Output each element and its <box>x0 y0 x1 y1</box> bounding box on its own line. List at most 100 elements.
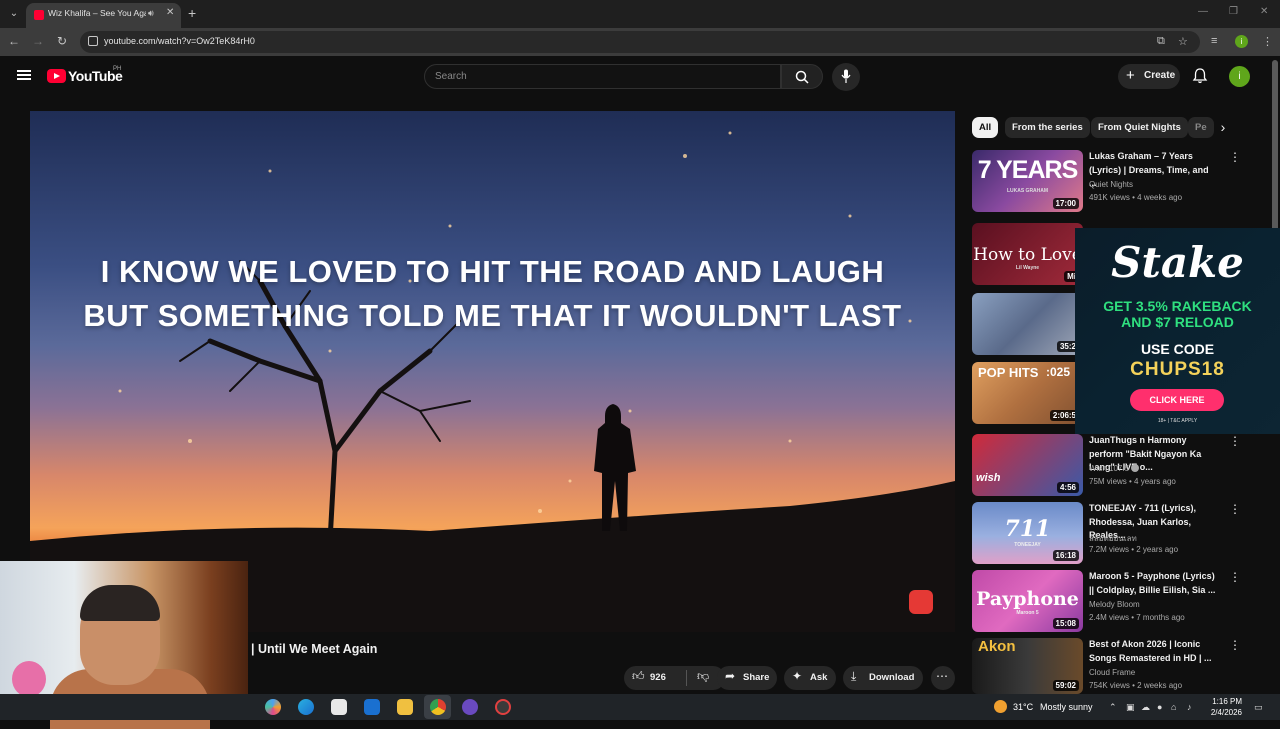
recommendation-thumbnail[interactable]: 7 YEARS LUKAS GRAHAM 17:00 <box>972 150 1083 212</box>
account-avatar[interactable]: i <box>1229 66 1250 87</box>
site-info-icon[interactable] <box>88 36 98 46</box>
recommendation-meta: 2.4M views • 7 months ago <box>1089 613 1185 622</box>
plus-icon: + <box>1126 67 1135 84</box>
tab-search-icon[interactable]: ⌄ <box>6 6 22 22</box>
recommendation-thumbnail[interactable]: 35:2 <box>972 293 1083 355</box>
recommendation-thumbnail[interactable]: 711 TONEEJAY 16:18 <box>972 502 1083 564</box>
thumbnail-text: Akon <box>978 638 1016 655</box>
bookmark-star-icon[interactable]: ☆ <box>1178 35 1188 48</box>
chip-from-quiet-nights[interactable]: From Quiet Nights <box>1091 117 1188 138</box>
copilot-icon[interactable] <box>265 699 281 715</box>
chrome-icon[interactable] <box>430 699 446 715</box>
file-explorer-icon[interactable] <box>397 699 413 715</box>
recommendation-channel[interactable]: สล็อตออนเลท <box>1089 532 1137 545</box>
ask-button[interactable]: ✦ Ask <box>784 666 836 690</box>
thumbs-down-icon: 👎︎ <box>697 669 710 683</box>
lyric-line-2: BUT SOMETHING TOLD ME THAT IT WOULDN'T L… <box>83 298 902 333</box>
create-button[interactable]: + Create <box>1118 64 1180 89</box>
voice-search-button[interactable] <box>832 63 860 91</box>
outlook-icon[interactable] <box>364 699 380 715</box>
recommendation-title[interactable]: Maroon 5 - Payphone (Lyrics) || Coldplay… <box>1089 570 1217 597</box>
store-icon[interactable] <box>331 699 347 715</box>
recommendation-thumbnail[interactable]: How to Love Lil Wayne Mi <box>972 223 1083 285</box>
recommendation-thumbnail[interactable]: POP HITS :025 2:06:5 <box>972 362 1083 424</box>
install-app-icon[interactable]: ⧉ <box>1157 35 1165 48</box>
weather-sun-icon[interactable] <box>994 700 1007 713</box>
window-close-icon[interactable]: ✕ <box>1260 6 1268 17</box>
forward-arrow-icon[interactable]: → <box>30 34 46 48</box>
media-control-icon[interactable]: ≡ <box>1211 35 1217 47</box>
more-vertical-icon[interactable]: ⋮ <box>1229 570 1241 584</box>
chip-truncated[interactable]: Pe <box>1188 117 1214 138</box>
reload-icon[interactable]: ↻ <box>54 34 70 48</box>
more-vertical-icon[interactable]: ⋮ <box>1229 502 1241 516</box>
notification-center-icon[interactable]: ▭ <box>1254 702 1263 713</box>
edge-icon[interactable] <box>298 699 314 715</box>
thumbnail-subtext: wish <box>976 472 1001 484</box>
address-bar[interactable]: youtube.com/watch?v=Ow2TeK84rH0 <box>80 31 1200 53</box>
share-button[interactable]: ➦ Share <box>717 666 777 690</box>
like-button[interactable]: 👍︎ 926 <box>624 666 686 690</box>
recommendation-channel[interactable]: Quiet Nights <box>1089 180 1133 189</box>
tray-volume-icon[interactable]: ♪ <box>1187 702 1192 712</box>
ad-click-here-button[interactable]: CLICK HERE <box>1130 389 1224 411</box>
stake-ad-overlay[interactable]: Stake GET 3.5% RAKEBACK AND $7 RELOAD US… <box>1075 228 1280 434</box>
messenger-icon[interactable] <box>462 699 478 715</box>
page-scrollbar[interactable] <box>1272 60 1278 232</box>
tray-network-icon[interactable]: ⌂ <box>1171 702 1176 712</box>
search-button[interactable] <box>781 64 823 89</box>
verified-badge-icon <box>1131 464 1139 472</box>
chip-from-the-series[interactable]: From the series <box>1005 117 1090 138</box>
ad-promo-code: CHUPS18 <box>1130 359 1225 380</box>
chip-all[interactable]: All <box>972 117 999 138</box>
recommendation-thumbnail[interactable]: Payphone Maroon 5 15:08 <box>972 570 1083 632</box>
browser-tab[interactable]: Wiz Khalifa – See You Again 🔊︎ ✕ <box>26 3 181 28</box>
profile-avatar[interactable]: i <box>1235 35 1248 48</box>
youtube-favicon-icon <box>34 10 44 20</box>
streamer-hair <box>80 585 160 621</box>
youtube-logo-icon[interactable] <box>47 69 66 83</box>
clock-time[interactable]: 1:16 PM <box>1204 697 1242 706</box>
download-button[interactable]: ⤓ Download <box>843 666 923 690</box>
recommendation-meta: 7.2M views • 2 years ago <box>1089 545 1179 554</box>
more-vertical-icon[interactable]: ⋮ <box>1229 150 1241 164</box>
maximize-icon[interactable]: ❐ <box>1229 6 1238 17</box>
chrome-menu-icon[interactable]: ⋮ <box>1262 35 1273 48</box>
more-vertical-icon[interactable]: ⋮ <box>1229 434 1241 448</box>
recommendation-thumbnail[interactable]: Akon 59:02 <box>972 638 1083 694</box>
recommendation-channel[interactable]: Melody Bloom <box>1089 600 1140 609</box>
search-input[interactable]: Search <box>424 64 781 89</box>
notifications-bell-icon[interactable] <box>1192 68 1208 84</box>
weather-condition[interactable]: Mostly sunny <box>1040 702 1093 712</box>
video-player[interactable]: I KNOW WE LOVED TO HIT THE ROAD AND LAUG… <box>30 111 955 632</box>
tray-cloud-icon[interactable]: ☁ <box>1141 702 1150 713</box>
tray-mic-icon[interactable]: ● <box>1157 702 1162 712</box>
recorder-icon[interactable] <box>495 699 511 715</box>
tray-app-icon[interactable]: ▣ <box>1126 702 1135 713</box>
tab-close-icon[interactable]: ✕ <box>166 7 174 18</box>
recommendation-channel[interactable]: Cloud Frame <box>1089 668 1135 677</box>
url-text[interactable]: youtube.com/watch?v=Ow2TeK84rH0 <box>104 36 255 46</box>
tray-chevron-up-icon[interactable]: ⌃ <box>1109 702 1117 713</box>
more-vertical-icon[interactable]: ⋮ <box>1229 638 1241 652</box>
ad-offer-line-2: AND $7 RELOAD <box>1121 314 1234 330</box>
plush-toy <box>12 661 46 697</box>
chevron-right-icon[interactable]: › <box>1214 118 1232 136</box>
more-actions-button[interactable]: ⋯ <box>931 666 955 690</box>
back-arrow-icon[interactable]: ← <box>6 34 22 48</box>
recommendation-thumbnail[interactable]: wish 4:56 <box>972 434 1083 496</box>
speaker-icon[interactable]: 🔊︎ <box>148 8 154 19</box>
recommendation-title[interactable]: Best of Akon 2026 | Iconic Songs Remaste… <box>1089 638 1217 665</box>
video-duration: 15:08 <box>1052 618 1079 629</box>
recommendation-channel[interactable]: Wish 107.5 <box>1089 464 1129 473</box>
sparkle-icon: ✦ <box>792 669 803 683</box>
more-horizontal-icon: ⋯ <box>936 669 948 683</box>
hamburger-menu-icon[interactable] <box>17 70 31 80</box>
minimize-icon[interactable]: — <box>1198 6 1208 17</box>
channel-watermark-icon[interactable] <box>909 590 933 614</box>
new-tab-button[interactable]: + <box>188 5 196 21</box>
clock-date[interactable]: 2/4/2026 <box>1204 708 1242 717</box>
ad-fine-print: 18+ | T&C APPLY <box>1157 418 1198 424</box>
weather-temperature[interactable]: 31°C <box>1013 702 1033 712</box>
video-frame-scene <box>30 131 955 632</box>
